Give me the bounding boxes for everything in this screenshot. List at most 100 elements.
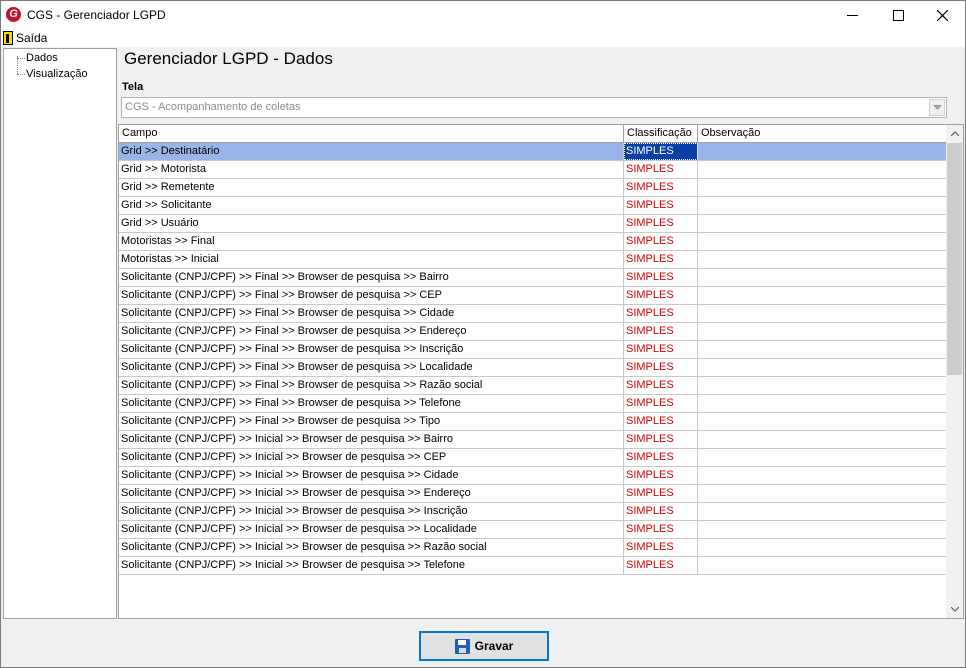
cell-classificacao[interactable]: SIMPLES (624, 557, 698, 574)
cell-campo[interactable]: Solicitante (CNPJ/CPF) >> Final >> Brows… (119, 377, 624, 394)
cell-classificacao[interactable]: SIMPLES (624, 143, 698, 160)
cell-campo[interactable]: Solicitante (CNPJ/CPF) >> Final >> Brows… (119, 305, 624, 322)
cell-classificacao[interactable]: SIMPLES (624, 179, 698, 196)
cell-campo[interactable]: Grid >> Solicitante (119, 197, 624, 214)
cell-campo[interactable]: Motoristas >> Final (119, 233, 624, 250)
cell-classificacao[interactable]: SIMPLES (624, 485, 698, 502)
table-row[interactable]: Solicitante (CNPJ/CPF) >> Final >> Brows… (119, 359, 948, 377)
cell-classificacao[interactable]: SIMPLES (624, 233, 698, 250)
cell-classificacao[interactable]: SIMPLES (624, 251, 698, 268)
cell-observacao[interactable] (698, 233, 948, 250)
cell-classificacao[interactable]: SIMPLES (624, 161, 698, 178)
table-row[interactable]: Grid >> Solicitante SIMPLES (119, 197, 948, 215)
scrollbar-thumb[interactable] (947, 143, 962, 375)
cell-observacao[interactable] (698, 287, 948, 304)
table-row[interactable]: Solicitante (CNPJ/CPF) >> Inicial >> Bro… (119, 503, 948, 521)
cell-classificacao[interactable]: SIMPLES (624, 521, 698, 538)
cell-campo[interactable]: Solicitante (CNPJ/CPF) >> Final >> Brows… (119, 323, 624, 340)
table-row[interactable]: Grid >> Remetente SIMPLES (119, 179, 948, 197)
table-row[interactable]: Solicitante (CNPJ/CPF) >> Inicial >> Bro… (119, 557, 948, 575)
cell-classificacao[interactable]: SIMPLES (624, 323, 698, 340)
table-row[interactable]: Solicitante (CNPJ/CPF) >> Final >> Brows… (119, 395, 948, 413)
cell-observacao[interactable] (698, 557, 948, 574)
cell-observacao[interactable] (698, 269, 948, 286)
table-row[interactable]: Solicitante (CNPJ/CPF) >> Inicial >> Bro… (119, 467, 948, 485)
cell-observacao[interactable] (698, 179, 948, 196)
lgpd-fields-grid[interactable]: Campo Classificação Observação Grid >> D… (118, 124, 964, 619)
table-row[interactable]: Solicitante (CNPJ/CPF) >> Inicial >> Bro… (119, 449, 948, 467)
column-header-observacao[interactable]: Observação (698, 125, 948, 142)
tela-select[interactable]: CGS - Acompanhamento de coletas (121, 97, 947, 118)
table-row[interactable]: Solicitante (CNPJ/CPF) >> Final >> Brows… (119, 341, 948, 359)
cell-campo[interactable]: Solicitante (CNPJ/CPF) >> Inicial >> Bro… (119, 431, 624, 448)
column-header-campo[interactable]: Campo (119, 125, 624, 142)
cell-campo[interactable]: Solicitante (CNPJ/CPF) >> Inicial >> Bro… (119, 539, 624, 556)
cell-classificacao[interactable]: SIMPLES (624, 269, 698, 286)
table-row[interactable]: Solicitante (CNPJ/CPF) >> Inicial >> Bro… (119, 485, 948, 503)
cell-observacao[interactable] (698, 143, 948, 160)
cell-observacao[interactable] (698, 539, 948, 556)
minimize-button[interactable] (829, 1, 875, 29)
cell-observacao[interactable] (698, 341, 948, 358)
cell-observacao[interactable] (698, 521, 948, 538)
cell-classificacao[interactable]: SIMPLES (624, 539, 698, 556)
table-row[interactable]: Grid >> Destinatário SIMPLES (119, 143, 948, 161)
vertical-scrollbar[interactable] (946, 125, 963, 618)
cell-campo[interactable]: Solicitante (CNPJ/CPF) >> Final >> Brows… (119, 413, 624, 430)
cell-campo[interactable]: Solicitante (CNPJ/CPF) >> Inicial >> Bro… (119, 449, 624, 466)
cell-campo[interactable]: Grid >> Motorista (119, 161, 624, 178)
cell-campo[interactable]: Grid >> Remetente (119, 179, 624, 196)
tree-item-visualizacao[interactable]: Visualização (26, 68, 88, 80)
exit-menu-item[interactable]: Saída (3, 30, 47, 46)
cell-campo[interactable]: Solicitante (CNPJ/CPF) >> Inicial >> Bro… (119, 557, 624, 574)
close-button[interactable] (919, 1, 965, 29)
cell-classificacao[interactable]: SIMPLES (624, 449, 698, 466)
cell-observacao[interactable] (698, 377, 948, 394)
table-row[interactable]: Solicitante (CNPJ/CPF) >> Final >> Brows… (119, 287, 948, 305)
cell-campo[interactable]: Solicitante (CNPJ/CPF) >> Inicial >> Bro… (119, 503, 624, 520)
table-row[interactable]: Solicitante (CNPJ/CPF) >> Final >> Brows… (119, 269, 948, 287)
cell-observacao[interactable] (698, 359, 948, 376)
cell-classificacao[interactable]: SIMPLES (624, 287, 698, 304)
cell-classificacao[interactable]: SIMPLES (624, 503, 698, 520)
save-button[interactable]: Gravar (419, 631, 549, 661)
cell-observacao[interactable] (698, 467, 948, 484)
cell-observacao[interactable] (698, 413, 948, 430)
cell-observacao[interactable] (698, 251, 948, 268)
table-row[interactable]: Solicitante (CNPJ/CPF) >> Inicial >> Bro… (119, 521, 948, 539)
cell-campo[interactable]: Solicitante (CNPJ/CPF) >> Final >> Brows… (119, 359, 624, 376)
table-row[interactable]: Grid >> Motorista SIMPLES (119, 161, 948, 179)
cell-campo[interactable]: Solicitante (CNPJ/CPF) >> Final >> Brows… (119, 395, 624, 412)
cell-campo[interactable]: Grid >> Usuário (119, 215, 624, 232)
cell-observacao[interactable] (698, 431, 948, 448)
cell-campo[interactable]: Solicitante (CNPJ/CPF) >> Inicial >> Bro… (119, 467, 624, 484)
scroll-up-button[interactable] (946, 125, 963, 142)
cell-classificacao[interactable]: SIMPLES (624, 431, 698, 448)
scroll-down-button[interactable] (946, 601, 963, 618)
cell-classificacao[interactable]: SIMPLES (624, 197, 698, 214)
cell-observacao[interactable] (698, 395, 948, 412)
table-row[interactable]: Solicitante (CNPJ/CPF) >> Inicial >> Bro… (119, 431, 948, 449)
table-row[interactable]: Motoristas >> Final SIMPLES (119, 233, 948, 251)
cell-classificacao[interactable]: SIMPLES (624, 215, 698, 232)
cell-classificacao[interactable]: SIMPLES (624, 413, 698, 430)
table-row[interactable]: Solicitante (CNPJ/CPF) >> Final >> Brows… (119, 413, 948, 431)
cell-observacao[interactable] (698, 323, 948, 340)
cell-campo[interactable]: Motoristas >> Inicial (119, 251, 624, 268)
table-row[interactable]: Solicitante (CNPJ/CPF) >> Final >> Brows… (119, 323, 948, 341)
cell-campo[interactable]: Solicitante (CNPJ/CPF) >> Final >> Brows… (119, 341, 624, 358)
cell-observacao[interactable] (698, 503, 948, 520)
cell-observacao[interactable] (698, 305, 948, 322)
maximize-button[interactable] (875, 1, 921, 29)
table-row[interactable]: Motoristas >> Inicial SIMPLES (119, 251, 948, 269)
cell-campo[interactable]: Solicitante (CNPJ/CPF) >> Final >> Brows… (119, 287, 624, 304)
table-row[interactable]: Solicitante (CNPJ/CPF) >> Final >> Brows… (119, 305, 948, 323)
table-row[interactable]: Solicitante (CNPJ/CPF) >> Final >> Brows… (119, 377, 948, 395)
cell-observacao[interactable] (698, 485, 948, 502)
cell-classificacao[interactable]: SIMPLES (624, 377, 698, 394)
cell-observacao[interactable] (698, 449, 948, 466)
tree-item-dados[interactable]: Dados (26, 52, 58, 64)
cell-observacao[interactable] (698, 197, 948, 214)
cell-classificacao[interactable]: SIMPLES (624, 467, 698, 484)
table-row[interactable]: Solicitante (CNPJ/CPF) >> Inicial >> Bro… (119, 539, 948, 557)
